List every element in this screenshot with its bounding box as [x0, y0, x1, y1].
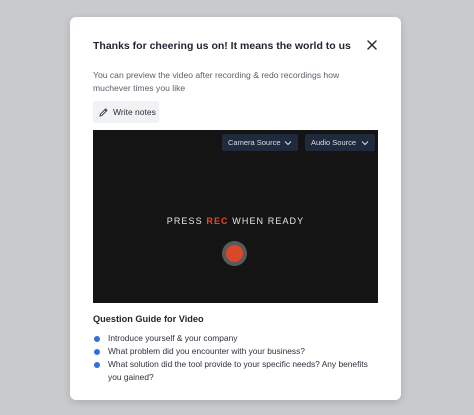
press-prefix: PRESS [166, 216, 207, 226]
question-text: What solution did the tool provide to yo… [108, 359, 368, 382]
pencil-icon [98, 107, 109, 118]
close-button[interactable] [365, 38, 379, 52]
modal-description: You can preview the video after recordin… [93, 70, 340, 93]
list-item: What solution did the tool provide to yo… [93, 358, 383, 383]
chevron-down-icon [361, 139, 369, 147]
question-text: Introduce yourself & your company [108, 333, 238, 343]
list-item: Introduce yourself & your company [93, 332, 383, 345]
camera-source-select[interactable]: Camera Source [222, 134, 298, 151]
camera-source-label: Camera Source [228, 138, 281, 147]
question-guide-title: Question Guide for Video [93, 314, 204, 324]
list-item: What problem did you encounter with your… [93, 345, 383, 358]
bullet-icon [94, 349, 100, 355]
record-button[interactable] [222, 241, 247, 266]
modal-title: Thanks for cheering us on! It means the … [93, 40, 351, 52]
feedback-video-modal: Thanks for cheering us on! It means the … [70, 17, 401, 400]
write-notes-button[interactable]: Write notes [93, 101, 159, 123]
press-rec-instruction: PRESS REC WHEN READY [93, 216, 378, 226]
press-rec-word: REC [206, 216, 229, 226]
record-dot-icon [226, 245, 243, 262]
video-preview: Camera Source Audio Source PRESS REC WHE… [93, 130, 378, 303]
question-guide-list: Introduce yourself & your company What p… [93, 332, 383, 384]
bullet-icon [94, 362, 100, 368]
chevron-down-icon [284, 139, 292, 147]
question-text: What problem did you encounter with your… [108, 346, 305, 356]
audio-source-select[interactable]: Audio Source [305, 134, 375, 151]
write-notes-label: Write notes [113, 107, 156, 117]
close-icon [367, 40, 377, 50]
bullet-icon [94, 336, 100, 342]
press-suffix: WHEN READY [228, 216, 305, 226]
audio-source-label: Audio Source [311, 138, 357, 147]
